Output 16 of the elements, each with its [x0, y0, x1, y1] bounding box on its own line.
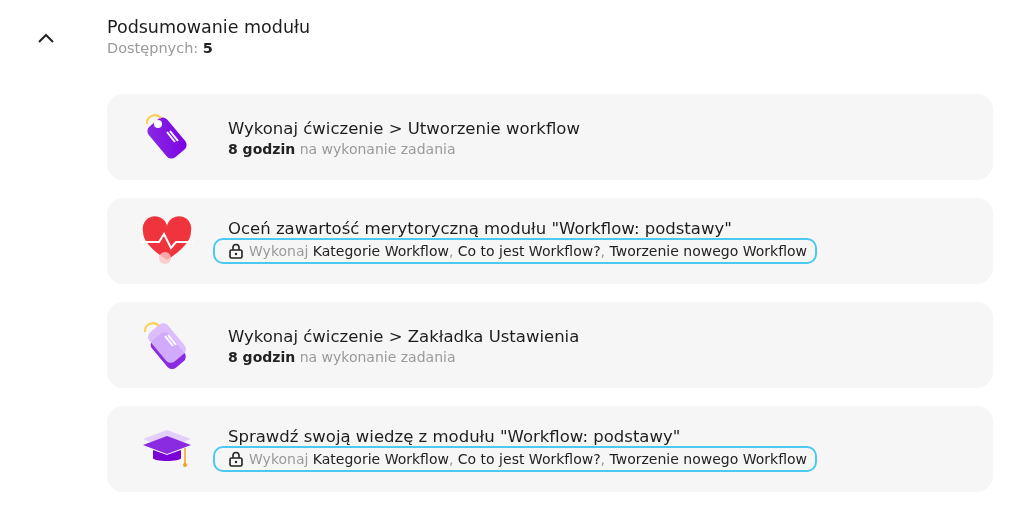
lock-icon — [229, 451, 243, 467]
lock-icon — [229, 243, 243, 259]
task-duration: 8 godzin na wykonanie zadania — [228, 348, 457, 365]
task-duration: 8 godzin na wykonanie zadania — [228, 140, 457, 157]
module-item-card[interactable]: Oceń zawartość merytoryczną modułu "Workflow: podstawy" Wykonaj Kategorie Workflow, Co to jest Workflow?, Tworzenie nowego Workflow — [107, 198, 993, 284]
module-item-card[interactable]: Wykonaj ćwiczenie > Utworzenie workflow 8 godzin na wykonanie zadania — [107, 94, 993, 180]
item-title: Oceń zawartość merytoryczną modułu "Workflow: podstawy" — [228, 218, 733, 240]
requirements-text: Wykonaj Kategorie Workflow, Co to jest Workflow?, Tworzenie nowego Workflow — [249, 451, 807, 467]
available-count: Dostępnych: 5 — [107, 40, 214, 56]
module-item-card[interactable]: Sprawdź swoją wiedzę z modułu "Workflow: podstawy" Wykonaj Kategorie Workflow, Co to jest Workflow?, Tworzenie nowego Workflow — [107, 406, 993, 492]
section-title: Podsumowanie modułu — [107, 16, 312, 39]
requirements-text: Wykonaj Kategorie Workflow, Co to jest Workflow?, Tworzenie nowego Workflow — [249, 243, 807, 259]
module-item-card[interactable]: Wykonaj ćwiczenie > Zakładka Ustawienia 8 godzin na wykonanie zadania — [107, 302, 993, 388]
item-title: Wykonaj ćwiczenie > Utworzenie workflow — [228, 117, 580, 140]
item-title: Sprawdź swoją wiedzę z modułu "Workflow: podstawy" — [228, 426, 682, 448]
item-title: Wykonaj ćwiczenie > Zakładka Ustawienia — [228, 325, 580, 348]
